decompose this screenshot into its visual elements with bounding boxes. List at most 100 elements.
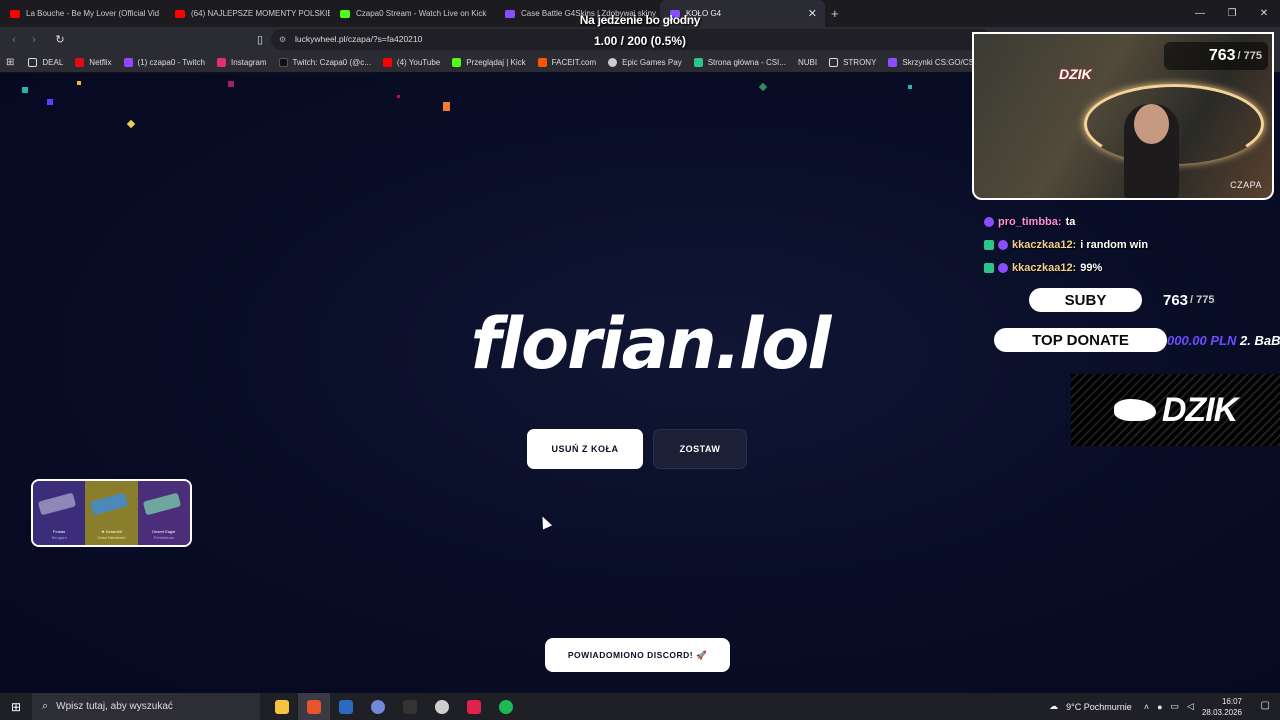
forward-icon[interactable]: › <box>24 34 44 46</box>
bookmark-label: Skrzynki CS:GO/CS... <box>902 57 981 67</box>
clock-time: 16:07 <box>1221 696 1242 706</box>
chat-message: kkaczkaa12: i random win <box>984 233 1280 256</box>
volume-icon[interactable]: ◁ <box>1187 701 1194 712</box>
maximize-icon[interactable]: ❐ <box>1216 0 1248 27</box>
bookmark-icon[interactable]: ▯ <box>250 33 270 46</box>
remove-from-wheel-button[interactable]: USUŃ Z KOŁA <box>527 429 643 469</box>
bookmark-label: Instagram <box>230 57 267 67</box>
minimize-icon[interactable]: — <box>1184 0 1216 27</box>
bookmark-item[interactable]: STRONY <box>829 57 877 67</box>
taskbar-app-spotify[interactable] <box>490 693 522 720</box>
confetti-piece <box>77 81 81 85</box>
url-text: luckywheel.pl/czapa/?s=fa420210 <box>295 34 423 44</box>
bookmark-item[interactable]: Netflix <box>75 57 112 67</box>
confetti-piece <box>397 95 400 98</box>
chat-badge-icon <box>984 216 994 227</box>
browser-tab[interactable]: Czapa0 Stream - Watch Live on Kick <box>330 0 495 27</box>
bookmark-item[interactable]: FACEIT.com <box>537 57 596 67</box>
search-icon: ⌕ <box>42 700 49 712</box>
taskbar-app-epic[interactable] <box>394 693 426 720</box>
site-info-icon[interactable]: ⚙ <box>279 29 286 50</box>
bookmark-item[interactable]: Przeglądaj | Kick <box>452 57 526 67</box>
riot-icon <box>467 699 481 714</box>
skin-sub: Printstream <box>153 535 175 540</box>
sub-total: / 775 <box>1237 50 1262 62</box>
browser-tab[interactable]: (64) NAJLEPSZE MOMENTY POLSKIE <box>165 0 330 27</box>
overlay-goal-title: Na jedzenie bo głodny <box>579 13 701 27</box>
taskbar-search[interactable]: ⌕ Wpisz tutaj, aby wyszukać <box>32 693 260 720</box>
bookmark-label: Epic Games Pay <box>622 57 682 67</box>
taskbar-clock[interactable]: 16:07 28.03.2026 <box>1202 696 1242 718</box>
folder-icon <box>275 699 289 714</box>
twitch-icon <box>123 57 133 67</box>
bookmark-label: STRONY <box>843 57 877 67</box>
faceit-icon <box>537 57 547 67</box>
network-icon[interactable]: ▭ <box>1171 701 1180 712</box>
chat-message: pro_timbba: ta <box>984 210 1280 233</box>
notifications-icon[interactable]: ▢ <box>1261 700 1270 711</box>
site-logo: florian.lol <box>470 303 832 385</box>
taskbar-app-brave[interactable] <box>298 693 330 720</box>
chat-overlay: pro_timbba: ta kkaczkaa12: i random win kk… <box>984 210 1280 279</box>
keep-button[interactable]: ZOSTAW <box>653 429 747 469</box>
confetti-piece <box>228 81 234 87</box>
instagram-icon <box>216 57 226 67</box>
close-tab-icon[interactable]: ✕ <box>808 7 817 20</box>
taskbar-app-riot[interactable] <box>458 693 490 720</box>
bookmark-item[interactable]: NUBI <box>798 58 817 67</box>
skin-item: Fomas Sengard <box>33 481 86 545</box>
confetti-piece <box>908 85 912 89</box>
bookmark-item[interactable]: (4) YouTube <box>382 57 440 67</box>
discord-notified-button[interactable]: POWIADOMIONO DISCORD! 🚀 <box>545 638 730 672</box>
brave-icon <box>307 699 321 714</box>
taskbar-app-discord[interactable] <box>362 693 394 720</box>
top-donate-rank: 2. BaBe <box>1240 333 1280 348</box>
tab-label: (64) NAJLEPSZE MOMENTY POLSKIE <box>191 9 330 18</box>
chat-badge-icon <box>998 239 1008 250</box>
skin-sub: Case Hardened <box>97 535 126 540</box>
tab-label: Czapa0 Stream - Watch Live on Kick <box>356 9 487 18</box>
suby-count: 763 <box>1163 291 1189 309</box>
skin-preview-card[interactable]: Fomas Sengard ★ Karambit Case Hardened Des… <box>31 479 192 547</box>
back-icon[interactable]: ‹ <box>4 34 24 46</box>
reload-icon[interactable]: ↻ <box>50 33 70 46</box>
bookmark-item[interactable]: Instagram <box>216 57 267 67</box>
top-donate-amount: 000.00 PLN <box>1167 333 1237 348</box>
bookmark-item[interactable]: (1) czapa0 - Twitch <box>123 57 205 67</box>
mouse-cursor <box>537 514 553 530</box>
weather-text[interactable]: 9°C Pochmurnie <box>1066 702 1132 712</box>
kick-icon <box>452 57 462 67</box>
dzik-logo: DZIK <box>1059 66 1092 82</box>
bookmark-item[interactable]: Epic Games Pay <box>608 57 682 67</box>
obs-icon <box>435 699 449 714</box>
streamer-head <box>1134 104 1169 144</box>
skin-item: ★ Karambit Case Hardened <box>85 481 138 545</box>
chat-user: kkaczkaa12: <box>1012 238 1077 251</box>
clock-date: 28.03.2026 <box>1201 707 1242 717</box>
taskbar-app-obs[interactable] <box>426 693 458 720</box>
globe-icon <box>608 57 618 67</box>
bookmark-label: NUBI <box>797 57 818 67</box>
discord-icon <box>371 699 385 714</box>
chat-text: 99% <box>1080 261 1103 274</box>
chevron-up-icon[interactable]: ˄ <box>1144 702 1149 712</box>
chat-text: i random win <box>1080 238 1149 251</box>
microphone-icon[interactable]: ● <box>1157 702 1162 712</box>
kick-icon <box>340 9 350 18</box>
bookmark-label: Twitch: Czapa0 (@c... <box>292 57 371 67</box>
new-tab-button[interactable]: + <box>831 6 839 21</box>
bookmark-item[interactable]: Skrzynki CS:GO/CS... <box>888 57 981 67</box>
bookmark-item[interactable]: DEAL <box>28 57 63 67</box>
windows-start-icon[interactable]: ⊞ <box>0 700 32 714</box>
bookmark-item[interactable]: Strona główna - CSI... <box>693 57 786 67</box>
confetti-piece <box>126 119 136 129</box>
close-icon[interactable]: ✕ <box>1248 0 1280 27</box>
skin-item: Desert Eagle Printstream <box>137 481 190 545</box>
browser-tab[interactable]: La Bouche - Be My Lover (Official Vid <box>0 0 165 27</box>
apps-grid-icon[interactable]: ⊞ <box>6 57 14 68</box>
top-donate-ticker: 000.00 PLN 2. BaBe <box>1167 330 1280 352</box>
taskbar-app-steam[interactable] <box>330 693 362 720</box>
confetti-piece <box>22 87 28 93</box>
bookmark-item[interactable]: Twitch: Czapa0 (@c... <box>278 57 371 67</box>
taskbar-app-explorer[interactable] <box>266 693 298 720</box>
